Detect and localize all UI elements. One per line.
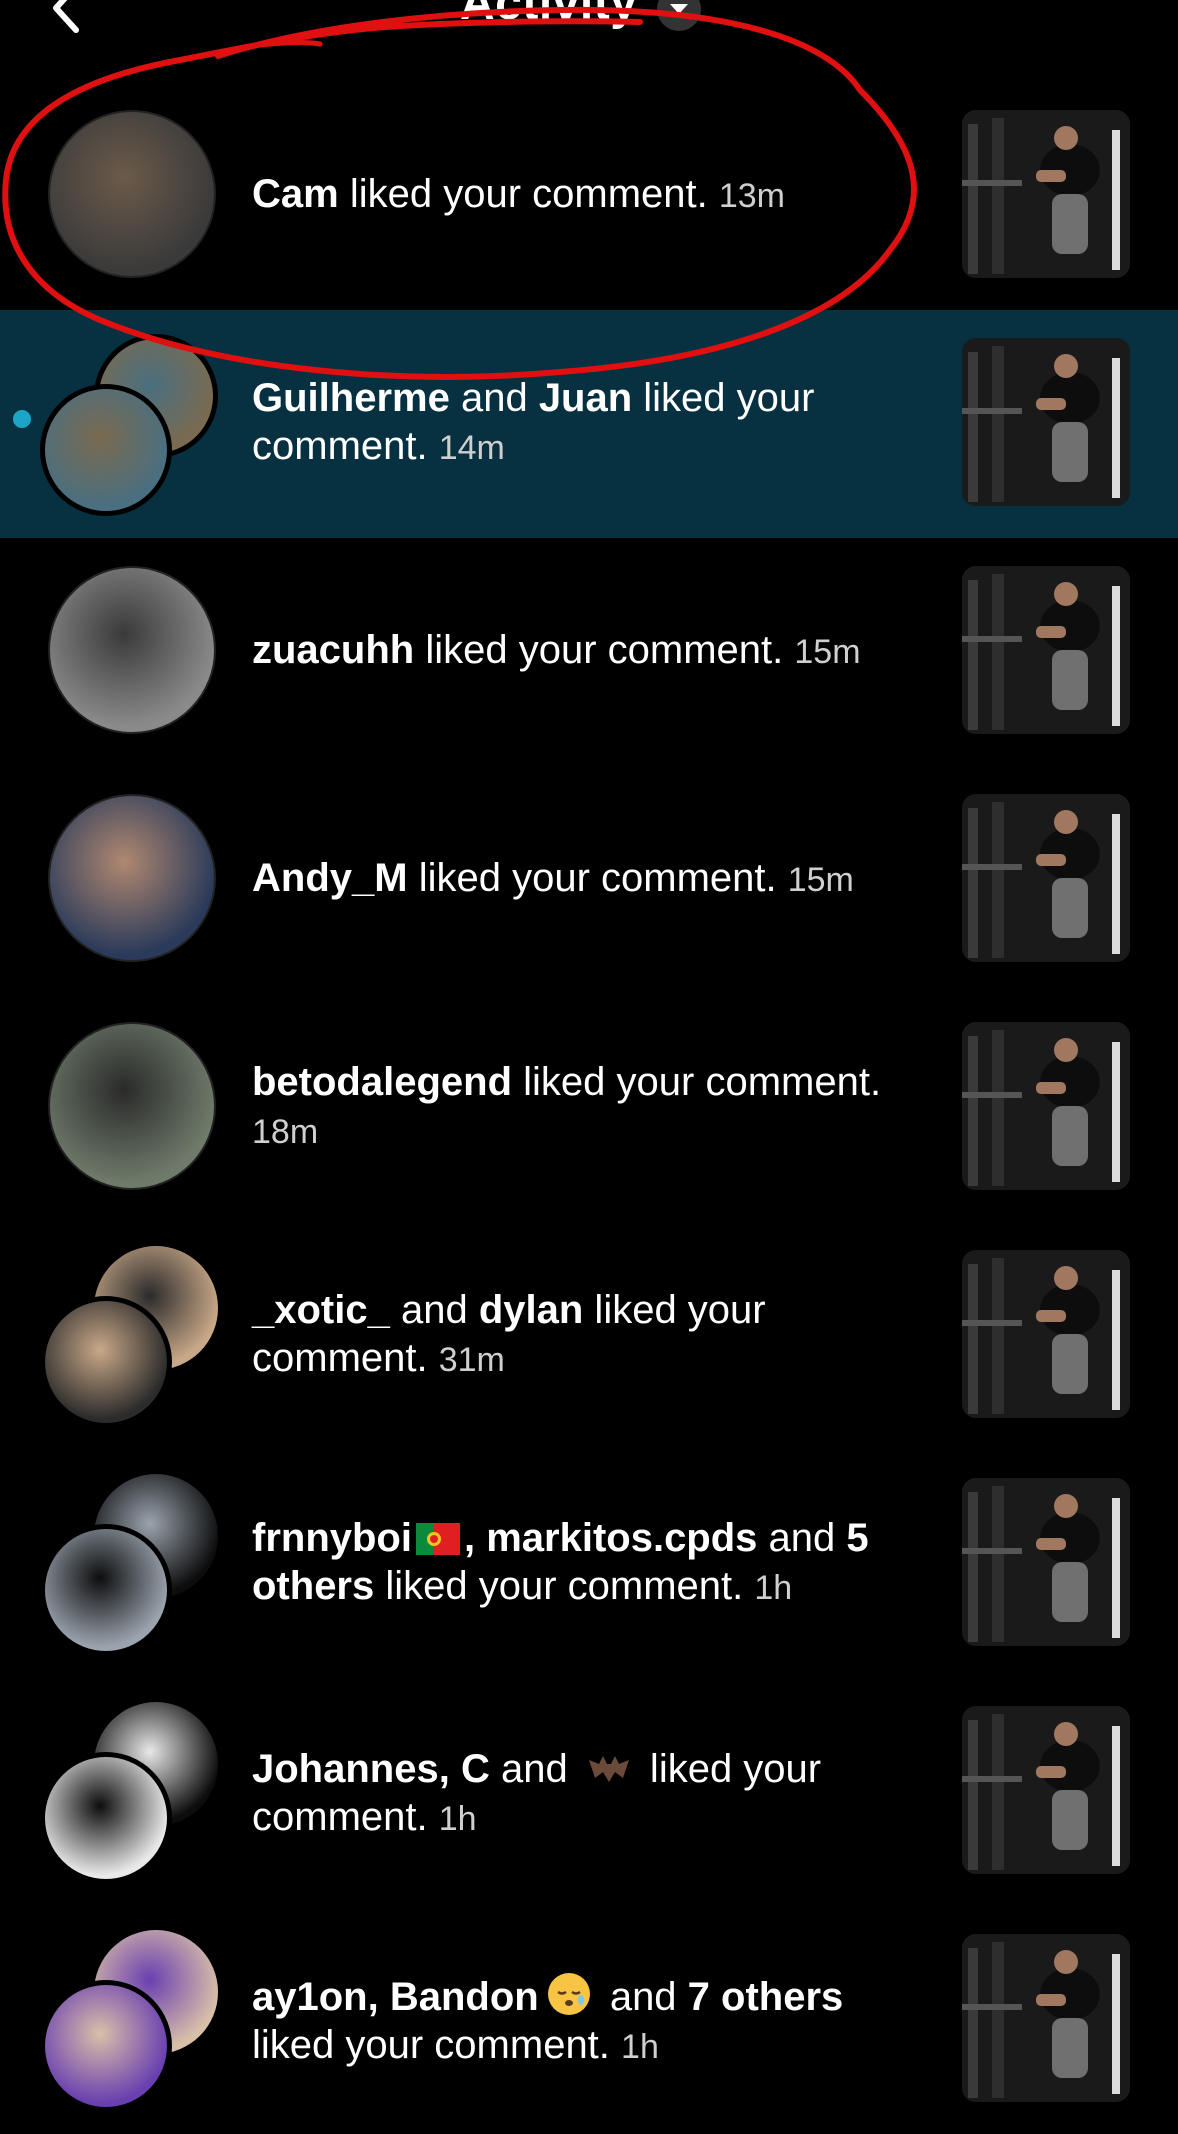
notification-message: liked your comment.: [407, 856, 788, 900]
username[interactable]: 7 others: [688, 1975, 844, 2019]
username[interactable]: frnnyboi: [252, 1516, 412, 1560]
post-thumbnail[interactable]: [962, 1022, 1130, 1190]
portugal-flag-emoji: [415, 1523, 460, 1555]
notification-message: liked your comment.: [338, 172, 719, 216]
username[interactable]: Andy_M: [252, 856, 408, 900]
notification-text: Andy_M liked your comment. 15m: [252, 854, 922, 904]
avatar[interactable]: [48, 794, 216, 962]
caret-down-icon[interactable]: [657, 0, 702, 31]
title-dropdown[interactable]: Activity: [460, 0, 702, 34]
notification-row[interactable]: Guilherme and Juan liked your comment. 1…: [0, 310, 1178, 538]
notification-text: ay1on, Bandon and 7 others liked your co…: [252, 1970, 922, 2071]
username[interactable]: Cam: [252, 172, 339, 216]
notification-row[interactable]: zuacuhh liked your comment. 15m: [0, 538, 1178, 766]
activity-list: Cam liked your comment. 13m Guilherme and…: [0, 82, 1178, 2134]
notification-row[interactable]: betodalegend liked your comment. 18m: [0, 994, 1178, 1222]
username[interactable]: betodalegend: [252, 1060, 512, 1104]
username[interactable]: dylan: [479, 1288, 583, 1332]
username[interactable]: Juan: [539, 376, 632, 420]
notification-message: and: [489, 1747, 579, 1791]
username[interactable]: Johannes, C: [252, 1747, 490, 1791]
username[interactable]: zuacuhh: [252, 628, 414, 672]
timestamp: 14m: [438, 429, 505, 467]
bat-emoji: [588, 1756, 629, 1782]
timestamp: 31m: [438, 1341, 505, 1379]
notification-message: liked your comment.: [512, 1060, 882, 1104]
username[interactable]: _xotic_: [252, 1288, 390, 1332]
notification-text: zuacuhh liked your comment. 15m: [252, 626, 922, 676]
timestamp: 1h: [438, 1800, 477, 1838]
unread-dot: [13, 410, 31, 428]
notification-row[interactable]: Cam liked your comment. 13m: [0, 82, 1178, 310]
notification-row[interactable]: ay1on, Bandon and 7 others liked your co…: [0, 1906, 1178, 2134]
post-thumbnail[interactable]: [962, 1478, 1130, 1646]
post-thumbnail[interactable]: [962, 1706, 1130, 1874]
avatar-primary[interactable]: [40, 1524, 172, 1656]
sleepy-face-emoji: [547, 1973, 590, 2015]
avatar-primary[interactable]: [40, 1980, 172, 2112]
timestamp: 1h: [754, 1569, 793, 1607]
timestamp: 13m: [718, 177, 785, 215]
timestamp: 18m: [252, 1113, 319, 1151]
notification-row[interactable]: Andy_M liked your comment. 15m: [0, 766, 1178, 994]
notification-message: and: [389, 1288, 479, 1332]
username[interactable]: ay1on, Bandon: [252, 1975, 539, 2019]
notification-text: Johannes, C and liked your comment. 1h: [252, 1742, 922, 1843]
avatar-primary[interactable]: [40, 1752, 172, 1884]
notification-text: betodalegend liked your comment. 18m: [252, 1058, 922, 1156]
notification-message: and: [598, 1975, 688, 2019]
avatar[interactable]: [48, 566, 216, 734]
notification-row[interactable]: Johannes, C and liked your comment. 1h: [0, 1678, 1178, 1906]
post-thumbnail[interactable]: [962, 794, 1130, 962]
notification-text: _xotic_ and dylan liked your comment. 31…: [252, 1286, 922, 1384]
avatar-primary[interactable]: [40, 1296, 172, 1428]
avatar[interactable]: [48, 1022, 216, 1190]
chevron-left-icon: [53, 0, 79, 33]
post-thumbnail[interactable]: [962, 1250, 1130, 1418]
post-thumbnail[interactable]: [962, 110, 1130, 278]
page-title: Activity: [460, 0, 638, 30]
notification-text: Cam liked your comment. 13m: [252, 170, 922, 220]
back-button[interactable]: [40, 0, 90, 38]
notification-message: and: [449, 376, 539, 420]
header: Activity: [0, 0, 1178, 60]
username[interactable]: Guilherme: [252, 376, 450, 420]
notification-message: liked your comment.: [374, 1564, 755, 1608]
timestamp: 1h: [621, 2028, 659, 2066]
notification-text: Guilherme and Juan liked your comment. 1…: [252, 374, 922, 472]
timestamp: 15m: [794, 633, 861, 671]
post-thumbnail[interactable]: [962, 566, 1130, 734]
avatar-primary[interactable]: [40, 384, 172, 516]
avatar[interactable]: [48, 110, 216, 278]
notification-text: frnnyboi, markitos.cpds and 5 others lik…: [252, 1514, 922, 1612]
username[interactable]: , markitos.cpds: [464, 1516, 757, 1560]
post-thumbnail[interactable]: [962, 1934, 1130, 2102]
notification-message: liked your comment.: [414, 628, 795, 672]
timestamp: 15m: [787, 861, 854, 899]
post-thumbnail[interactable]: [962, 338, 1130, 506]
notification-row[interactable]: frnnyboi, markitos.cpds and 5 others lik…: [0, 1450, 1178, 1678]
notification-row[interactable]: _xotic_ and dylan liked your comment. 31…: [0, 1222, 1178, 1450]
notification-message: and: [757, 1516, 847, 1560]
notification-message: liked your comment.: [252, 2023, 622, 2067]
